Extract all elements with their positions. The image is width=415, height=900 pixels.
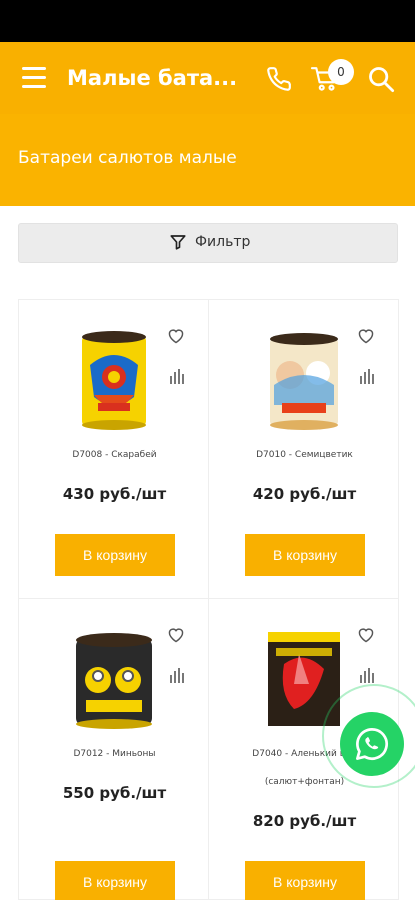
cart-count-badge: 0 — [328, 59, 354, 85]
product-price: 430 руб./шт — [62, 485, 167, 503]
category-banner: Батареи салютов малые — [0, 114, 415, 206]
heart-icon[interactable] — [357, 328, 375, 344]
menu-icon[interactable] — [22, 67, 46, 89]
product-card[interactable]: D7012 - Миньоны 550 руб./шт В корзину — [18, 598, 209, 900]
status-bar — [0, 0, 415, 42]
product-image[interactable] — [64, 624, 164, 734]
add-to-cart-button[interactable]: В корзину — [55, 534, 175, 576]
category-title: Батареи салютов малые — [18, 148, 237, 168]
filter-icon — [170, 235, 186, 250]
phone-icon[interactable] — [266, 66, 292, 92]
product-name[interactable]: D7010 - Семицветик — [209, 450, 400, 460]
whatsapp-button[interactable] — [340, 712, 404, 776]
search-icon[interactable] — [367, 65, 395, 93]
filter-button[interactable]: Фильтр — [18, 223, 398, 263]
add-to-cart-button[interactable]: В корзину — [245, 534, 365, 576]
product-card[interactable]: D7008 - Скарабей 430 руб./шт В корзину — [18, 299, 209, 599]
product-grid: D7008 - Скарабей 430 руб./шт В корзину D… — [18, 299, 399, 900]
product-price: 820 руб./шт — [252, 812, 357, 830]
heart-icon[interactable] — [357, 627, 375, 643]
chart-icon[interactable] — [169, 667, 185, 683]
chart-icon[interactable] — [359, 368, 375, 384]
add-to-cart-button[interactable]: В корзину — [245, 861, 365, 900]
page-title: Малые бата... — [67, 66, 238, 90]
app-bar: Малые бата... 0 — [0, 42, 415, 114]
heart-icon[interactable] — [167, 627, 185, 643]
product-image[interactable] — [64, 325, 164, 435]
product-price: 550 руб./шт — [62, 784, 167, 802]
product-name[interactable]: D7012 - Миньоны — [19, 749, 210, 759]
product-card[interactable]: D7010 - Семицветик 420 руб./шт В корзину — [208, 299, 399, 599]
product-image[interactable] — [254, 325, 354, 435]
product-price: 420 руб./шт — [252, 485, 357, 503]
heart-icon[interactable] — [167, 328, 185, 344]
chart-icon[interactable] — [169, 368, 185, 384]
filter-label: Фильтр — [195, 234, 251, 250]
whatsapp-icon — [356, 728, 388, 760]
add-to-cart-button[interactable]: В корзину — [55, 861, 175, 900]
product-name[interactable]: D7008 - Скарабей — [19, 450, 210, 460]
chart-icon[interactable] — [359, 667, 375, 683]
